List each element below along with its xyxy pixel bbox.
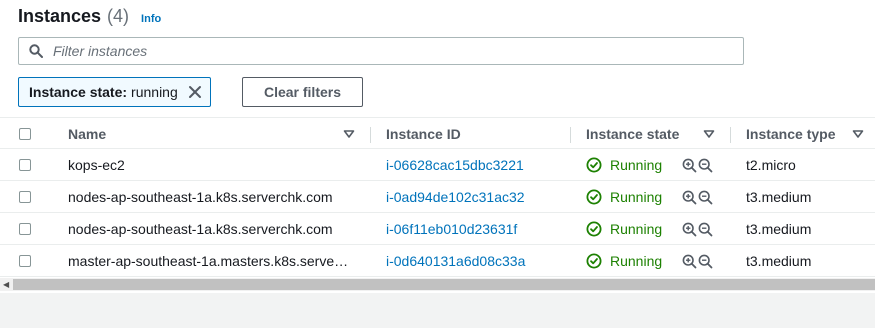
instance-name: master-ap-southeast-1a.masters.k8s.serve… <box>68 253 349 269</box>
row-checkbox[interactable] <box>19 255 31 267</box>
page-title: Instances <box>18 6 102 26</box>
sort-caret-icon <box>703 130 715 138</box>
sort-caret-icon <box>852 130 864 138</box>
instance-id-link[interactable]: i-06628cac15dbc3221 <box>386 149 524 181</box>
state-zoom-controls <box>682 149 713 181</box>
panel-header: Instances (4) Info <box>18 6 161 27</box>
check-circle-icon <box>586 253 602 269</box>
zoom-out-icon[interactable] <box>698 254 713 269</box>
table-header-row: Name Instance ID Instance state Instance… <box>0 117 875 149</box>
column-header-instance-type[interactable]: Instance type <box>746 118 835 150</box>
instance-state-label: Running <box>610 221 663 237</box>
table-row[interactable]: master-ap-southeast-1a.masters.k8s.serve… <box>0 245 875 277</box>
column-separator[interactable] <box>730 127 731 143</box>
scrollbar-thumb[interactable] <box>13 279 875 290</box>
instance-state-label: Running <box>610 253 663 269</box>
instance-count: (4) <box>107 6 130 26</box>
clear-filters-button[interactable]: Clear filters <box>242 77 363 107</box>
row-select-cell <box>19 245 31 277</box>
filter-instances-input[interactable] <box>51 42 695 60</box>
column-separator[interactable] <box>570 127 571 143</box>
info-link[interactable]: Info <box>141 13 161 25</box>
column-separator[interactable] <box>370 127 371 143</box>
instance-name: kops-ec2 <box>68 157 125 173</box>
horizontal-scrollbar[interactable]: ◀ <box>0 278 875 291</box>
row-checkbox[interactable] <box>19 223 31 235</box>
row-checkbox[interactable] <box>19 159 31 171</box>
instance-state-label: Running <box>610 157 663 173</box>
instance-state: Running <box>586 245 662 277</box>
check-circle-icon <box>586 221 602 237</box>
column-header-instance-state[interactable]: Instance state <box>586 118 679 150</box>
instance-state-label: Running <box>610 189 663 205</box>
instance-id-link[interactable]: i-0d640131a6d08c33a <box>386 245 525 277</box>
state-zoom-controls <box>682 245 713 277</box>
state-zoom-controls <box>682 213 713 245</box>
filter-token-key: Instance state: <box>29 84 128 100</box>
zoom-in-icon[interactable] <box>682 254 697 269</box>
sort-name-button[interactable] <box>343 118 355 150</box>
zoom-out-icon[interactable] <box>698 190 713 205</box>
zoom-in-icon[interactable] <box>682 222 697 237</box>
select-all-checkbox[interactable] <box>19 128 31 140</box>
sort-caret-icon <box>343 130 355 138</box>
table-row[interactable]: nodes-ap-southeast-1a.k8s.serverchk.com … <box>0 213 875 245</box>
check-circle-icon <box>586 157 602 173</box>
filter-search-box[interactable] <box>18 37 744 65</box>
instance-id-link[interactable]: i-06f11eb010d23631f <box>386 213 517 245</box>
sort-state-button[interactable] <box>703 118 715 150</box>
column-header-instance-id[interactable]: Instance ID <box>386 118 461 150</box>
zoom-out-icon[interactable] <box>698 222 713 237</box>
instance-state: Running <box>586 181 662 213</box>
zoom-out-icon[interactable] <box>698 158 713 173</box>
remove-filter-button[interactable] <box>188 85 202 99</box>
instance-name: nodes-ap-southeast-1a.k8s.serverchk.com <box>68 189 333 205</box>
instance-state: Running <box>586 213 662 245</box>
zoom-in-icon[interactable] <box>682 158 697 173</box>
search-icon <box>29 44 43 58</box>
table-body: kops-ec2 i-06628cac15dbc3221 Running t2.… <box>0 149 875 277</box>
row-select-cell <box>19 213 31 245</box>
instance-type: t3.medium <box>746 253 812 269</box>
instances-table: Name Instance ID Instance state Instance… <box>0 117 875 277</box>
instances-panel: Instances (4) Info Instance state: runni… <box>0 0 875 293</box>
instance-name: nodes-ap-southeast-1a.k8s.serverchk.com <box>68 221 333 237</box>
table-row[interactable]: nodes-ap-southeast-1a.k8s.serverchk.com … <box>0 181 875 213</box>
filter-token-value: running <box>131 84 178 100</box>
row-select-cell <box>19 149 31 181</box>
row-checkbox[interactable] <box>19 191 31 203</box>
instance-state: Running <box>586 149 662 181</box>
filter-token: Instance state: running <box>18 77 211 107</box>
sort-type-button[interactable] <box>852 118 864 150</box>
instance-type: t3.medium <box>746 189 812 205</box>
row-select-cell <box>19 181 31 213</box>
instance-id-link[interactable]: i-0ad94de102c31ac32 <box>386 181 525 213</box>
column-header-name[interactable]: Name <box>68 118 106 150</box>
table-row[interactable]: kops-ec2 i-06628cac15dbc3221 Running t2.… <box>0 149 875 181</box>
instance-type: t2.micro <box>746 157 796 173</box>
zoom-in-icon[interactable] <box>682 190 697 205</box>
close-icon <box>188 86 201 98</box>
scroll-left-arrow-icon[interactable]: ◀ <box>3 280 9 289</box>
select-all-cell <box>19 118 31 150</box>
instance-type: t3.medium <box>746 221 812 237</box>
check-circle-icon <box>586 189 602 205</box>
state-zoom-controls <box>682 181 713 213</box>
